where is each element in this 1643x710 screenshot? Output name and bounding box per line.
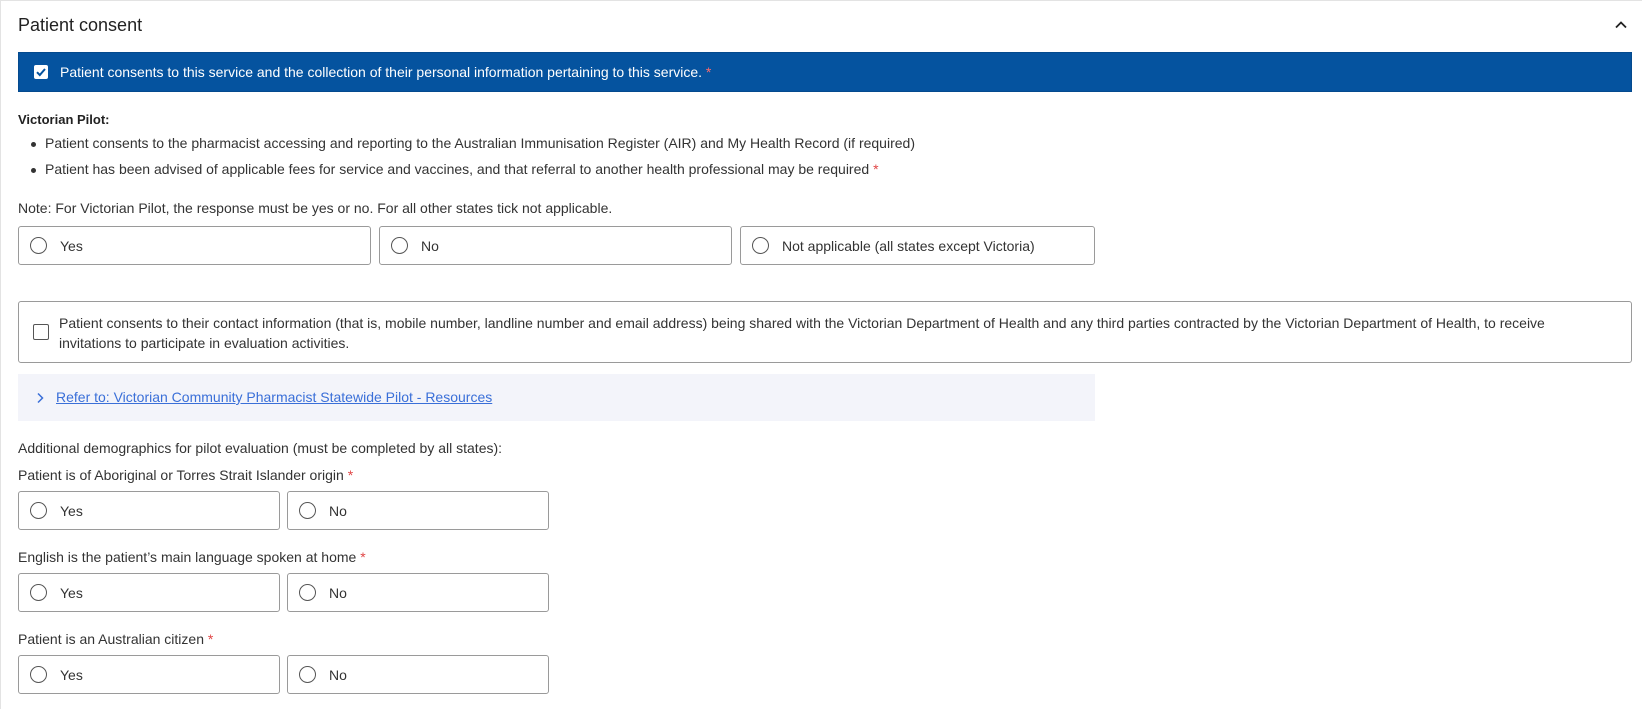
question-aboriginal-label: Patient is of Aboriginal or Torres Strai… <box>18 467 353 483</box>
patient-consent-panel: Patient consent Patient consents to this… <box>0 0 1642 709</box>
required-marker: * <box>207 631 214 647</box>
radio-label: No <box>329 585 347 601</box>
section-title: Patient consent <box>18 15 143 35</box>
citizen-option-no[interactable]: No <box>287 655 549 694</box>
radio-icon[interactable] <box>391 237 408 254</box>
radio-icon[interactable] <box>30 584 47 601</box>
bullet-dot <box>31 168 36 173</box>
pilot-option-not-applicable[interactable]: Not applicable (all states except Victor… <box>740 226 1095 265</box>
required-marker: * <box>347 467 354 483</box>
radio-label: No <box>421 238 439 254</box>
pilot-bullet-fees: Patient has been advised of applicable f… <box>45 161 879 177</box>
radio-label: Not applicable (all states except Victor… <box>782 238 1035 254</box>
radio-label: No <box>329 667 347 683</box>
radio-label: Yes <box>60 585 83 601</box>
chevron-up-icon[interactable] <box>1613 17 1629 33</box>
question-text: Patient is of Aboriginal or Torres Strai… <box>18 467 344 483</box>
english-option-yes[interactable]: Yes <box>18 573 280 612</box>
question-text: Patient is an Australian citizen <box>18 631 204 647</box>
radio-icon[interactable] <box>299 666 316 683</box>
victorian-pilot-heading: Victorian Pilot: <box>18 112 110 127</box>
checkbox-unchecked-icon[interactable] <box>33 324 49 340</box>
contact-sharing-label: Patient consents to their contact inform… <box>59 315 1545 351</box>
chevron-right-icon[interactable] <box>34 391 46 404</box>
demographics-intro: Additional demographics for pilot evalua… <box>18 440 503 456</box>
radio-label: Yes <box>60 503 83 519</box>
required-marker: * <box>705 64 712 80</box>
radio-icon[interactable] <box>30 666 47 683</box>
radio-icon[interactable] <box>30 237 47 254</box>
resources-link[interactable]: Refer to: Victorian Community Pharmacist… <box>56 389 492 405</box>
pilot-option-no[interactable]: No <box>379 226 732 265</box>
pilot-bullet-fees-text: Patient has been advised of applicable f… <box>45 161 870 177</box>
required-marker: * <box>360 549 366 565</box>
service-consent-label: Patient consents to this service and the… <box>60 64 703 80</box>
contact-sharing-checkbox[interactable]: Patient consents to their contact inform… <box>18 301 1632 363</box>
radio-icon[interactable] <box>299 584 316 601</box>
question-text: English is the patient’s main language s… <box>18 549 357 565</box>
radio-label: Yes <box>60 667 83 683</box>
radio-icon[interactable] <box>30 502 47 519</box>
bullet-dot <box>31 142 36 147</box>
radio-label: Yes <box>60 238 83 254</box>
pilot-option-yes[interactable]: Yes <box>18 226 371 265</box>
service-consent-checkbox[interactable]: Patient consents to this service and the… <box>18 52 1632 92</box>
pilot-note: Note: For Victorian Pilot, the response … <box>18 200 613 216</box>
radio-label: No <box>329 503 347 519</box>
citizen-option-yes[interactable]: Yes <box>18 655 280 694</box>
question-english-label: English is the patient’s main language s… <box>18 549 366 565</box>
aboriginal-option-yes[interactable]: Yes <box>18 491 280 530</box>
aboriginal-option-no[interactable]: No <box>287 491 549 530</box>
resources-expander[interactable]: Refer to: Victorian Community Pharmacist… <box>18 374 1095 421</box>
required-marker: * <box>873 161 879 177</box>
english-option-no[interactable]: No <box>287 573 549 612</box>
pilot-bullet-air: Patient consents to the pharmacist acces… <box>45 135 915 151</box>
question-citizen-label: Patient is an Australian citizen * <box>18 631 213 647</box>
checkbox-checked-icon[interactable] <box>34 65 48 79</box>
radio-icon[interactable] <box>299 502 316 519</box>
radio-icon[interactable] <box>752 237 769 254</box>
